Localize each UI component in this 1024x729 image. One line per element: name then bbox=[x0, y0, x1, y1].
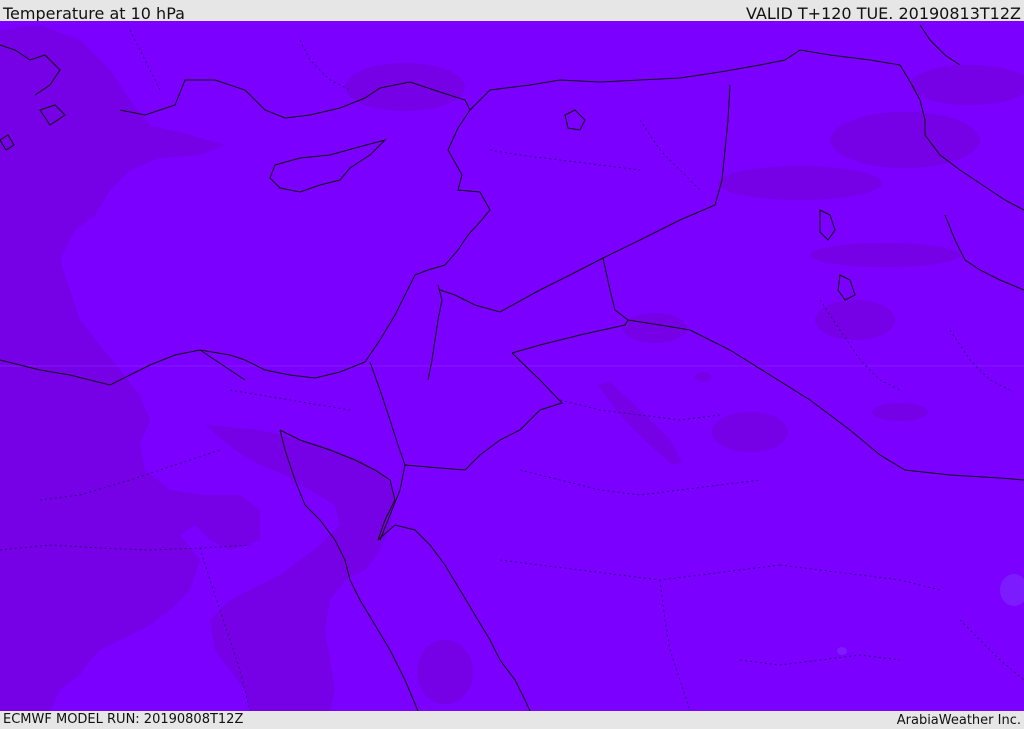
cold-blob-iraq-north bbox=[830, 112, 980, 168]
cold-blob-cyprus-north bbox=[345, 63, 465, 111]
cold-blob-iraq-central bbox=[718, 166, 882, 200]
warm-blob-small bbox=[837, 647, 847, 655]
cold-blob-gulf-north bbox=[815, 300, 895, 340]
cold-blob-saudi-small bbox=[695, 372, 711, 382]
cold-blob-iraq-south bbox=[810, 243, 960, 267]
cold-blob-saudi-east bbox=[872, 403, 928, 421]
cold-blob-saudi-central bbox=[712, 412, 788, 452]
header-bar: Temperature at 10 hPa VALID T+120 TUE. 2… bbox=[0, 0, 1024, 23]
model-run-label: ECMWF MODEL RUN: 20190808T12Z bbox=[3, 712, 244, 727]
temperature-map[interactable] bbox=[0, 21, 1024, 711]
cold-blob-hejaz bbox=[417, 640, 473, 704]
footer-bar: ECMWF MODEL RUN: 20190808T12Z ArabiaWeat… bbox=[0, 711, 1024, 729]
brand-credit: ArabiaWeather Inc. bbox=[896, 713, 1021, 728]
